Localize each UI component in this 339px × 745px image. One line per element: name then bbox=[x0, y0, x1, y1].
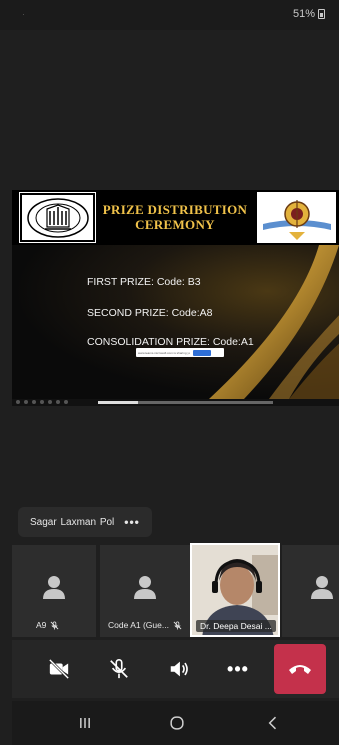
second-prize-text: SECOND PRIZE: Code:A8 bbox=[87, 307, 213, 319]
person-avatar-icon bbox=[311, 576, 333, 599]
participant-label: A9 bbox=[36, 620, 59, 630]
home-button[interactable] bbox=[165, 711, 189, 735]
presenter-pill[interactable]: Sagar Laxman Pol ••• bbox=[18, 507, 152, 537]
mic-off-icon bbox=[110, 659, 128, 679]
person-avatar-icon bbox=[134, 576, 156, 599]
recent-apps-button[interactable] bbox=[73, 711, 97, 735]
toolbar-icons bbox=[16, 400, 68, 404]
gold-swoosh-decoration bbox=[209, 245, 339, 399]
shared-screen[interactable]: PRIZE DISTRIBUTION CEREMONY FIRST PRIZE:… bbox=[12, 190, 339, 406]
status-indicator: · bbox=[22, 9, 25, 19]
battery-percent: 51% bbox=[292, 8, 315, 20]
participant-name: Dr. Deepa Desai ... bbox=[196, 620, 276, 632]
slide-title-line2: CEREMONY bbox=[135, 217, 215, 232]
camera-toggle-button[interactable] bbox=[30, 640, 88, 698]
mic-toggle-button[interactable] bbox=[90, 640, 148, 698]
camera-off-icon bbox=[48, 658, 70, 680]
system-navigation-bar bbox=[12, 701, 339, 745]
consolation-prize-text: CONSOLIDATION PRIZE: Code:A1 bbox=[87, 336, 254, 348]
mic-muted-icon bbox=[173, 620, 182, 630]
toolbar-icon bbox=[48, 400, 52, 404]
toolbar-icon bbox=[32, 400, 36, 404]
toolbar-icon bbox=[64, 400, 68, 404]
hang-up-button[interactable] bbox=[274, 644, 326, 694]
participant-tiles: A9 Code A1 (Gue... Dr. Deepa Desai ... bbox=[12, 543, 339, 637]
slide-banner: PRIZE DISTRIBUTION CEREMONY bbox=[12, 190, 339, 245]
toolbar-icon bbox=[16, 400, 20, 404]
mic-muted-icon bbox=[50, 620, 59, 630]
person-avatar-icon bbox=[43, 576, 65, 599]
hang-up-icon bbox=[289, 665, 311, 674]
toolbar-icon bbox=[56, 400, 60, 404]
participant-label: Code A1 (Gue... bbox=[108, 620, 182, 630]
board-logo bbox=[19, 192, 96, 243]
hide-notice-button bbox=[214, 350, 222, 356]
presenter-name: Sagar Laxman Pol bbox=[30, 516, 115, 528]
presentation-toolbar bbox=[12, 399, 339, 406]
more-options-icon[interactable]: ••• bbox=[124, 515, 140, 529]
stop-sharing-button bbox=[193, 349, 211, 356]
slide-title-line1: PRIZE DISTRIBUTION bbox=[102, 202, 248, 217]
call-controls: ••• bbox=[12, 640, 339, 698]
battery-icon bbox=[318, 9, 325, 19]
battery-status: 51% bbox=[293, 8, 325, 20]
back-icon bbox=[268, 716, 277, 730]
recents-icon bbox=[80, 718, 90, 728]
more-actions-icon: ••• bbox=[227, 659, 249, 679]
sharing-notice-text: www.teams.microsoft.com is sharing your … bbox=[138, 350, 190, 355]
sharing-notice-bar: www.teams.microsoft.com is sharing your … bbox=[136, 348, 224, 357]
first-prize-text: FIRST PRIZE: Code: B3 bbox=[87, 276, 201, 288]
meeting-stage: PRIZE DISTRIBUTION CEREMONY FIRST PRIZE:… bbox=[12, 30, 339, 550]
participant-video-tile[interactable]: Dr. Deepa Desai ... bbox=[190, 543, 280, 637]
back-button[interactable] bbox=[261, 711, 285, 735]
book-logo-icon bbox=[26, 197, 89, 238]
participant-tile[interactable]: A9 bbox=[12, 545, 96, 637]
slide-progress bbox=[98, 401, 273, 404]
participant-name: Code A1 (Gue... bbox=[108, 620, 169, 630]
home-icon bbox=[170, 716, 184, 730]
speaker-button[interactable] bbox=[150, 640, 208, 698]
speaker-icon bbox=[170, 661, 188, 677]
emblem-logo-icon bbox=[258, 193, 335, 242]
status-bar: · 51% bbox=[0, 0, 339, 30]
school-logo bbox=[257, 192, 336, 243]
participant-name: A9 bbox=[36, 620, 47, 630]
participant-tile[interactable] bbox=[282, 545, 339, 637]
slide-title: PRIZE DISTRIBUTION CEREMONY bbox=[100, 202, 250, 232]
participant-tile[interactable]: Code A1 (Gue... bbox=[100, 545, 190, 637]
prize-slide: FIRST PRIZE: Code: B3 SECOND PRIZE: Code… bbox=[12, 245, 339, 399]
toolbar-icon bbox=[40, 400, 44, 404]
more-actions-button[interactable]: ••• bbox=[209, 640, 267, 698]
toolbar-icon bbox=[24, 400, 28, 404]
